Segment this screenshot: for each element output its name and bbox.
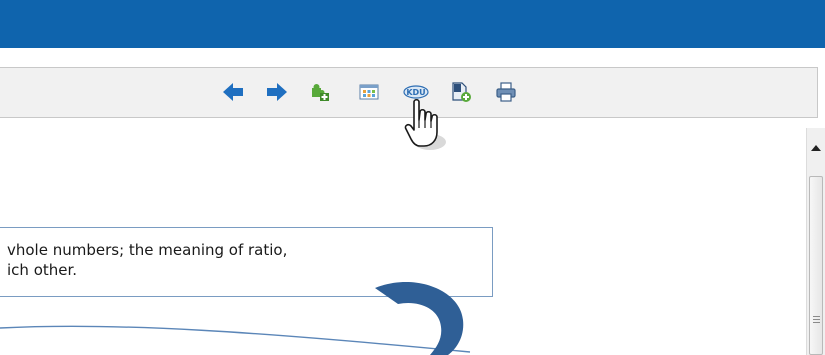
vertical-scrollbar[interactable] [806, 128, 825, 355]
connector-curve [0, 282, 471, 355]
scroll-up-button[interactable] [807, 130, 825, 166]
grip-line [813, 322, 820, 323]
grip-line [813, 316, 820, 317]
scroll-thumb[interactable] [809, 176, 823, 355]
print-button[interactable] [495, 81, 517, 103]
calendar-button[interactable] [358, 81, 380, 103]
print-icon [496, 82, 516, 102]
add-component-button[interactable] [309, 81, 331, 103]
back-arrow-icon [223, 83, 243, 101]
forward-arrow-icon [267, 83, 287, 101]
grip-line [813, 319, 820, 320]
kdu-icon: KDU [403, 85, 429, 99]
add-document-icon [452, 82, 471, 102]
back-button[interactable] [222, 81, 244, 103]
add-puzzle-icon [312, 84, 329, 101]
header-bar [0, 0, 825, 48]
text-line-1: vhole numbers; the meaning of ratio, [7, 241, 288, 259]
calendar-grid-icon [359, 84, 379, 100]
chevron-up-icon [811, 145, 821, 151]
forward-button[interactable] [266, 81, 288, 103]
hand-pointer-cursor [404, 98, 446, 150]
kdu-label: KDU [406, 88, 425, 97]
add-document-button[interactable] [450, 81, 472, 103]
